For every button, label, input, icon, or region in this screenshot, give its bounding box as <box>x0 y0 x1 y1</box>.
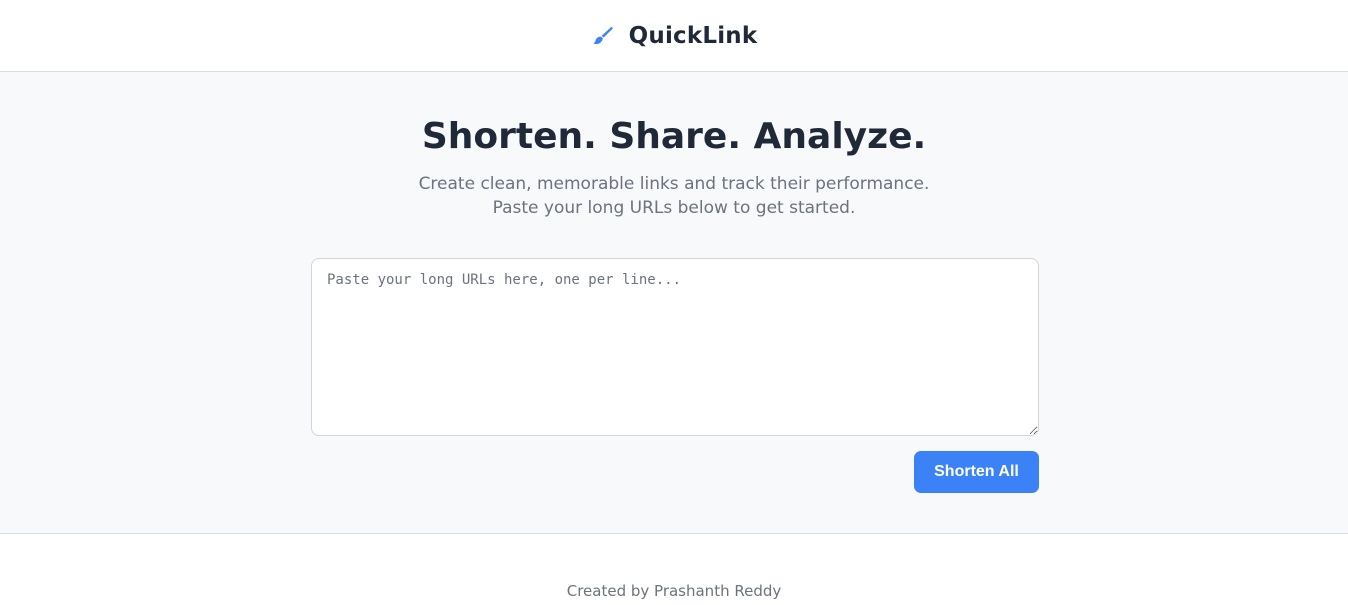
pen-brush-icon <box>591 24 615 48</box>
main-section: Shorten. Share. Analyze. Create clean, m… <box>0 72 1348 534</box>
footer-credit: Created by Prashanth Reddy <box>566 582 782 600</box>
brand-name: QuickLink <box>628 22 758 49</box>
shorten-all-button[interactable]: Shorten All <box>914 451 1039 493</box>
hero-subtitle: Create clean, memorable links and track … <box>0 172 1348 220</box>
hero-subtitle-line-1: Create clean, memorable links and track … <box>418 174 930 194</box>
url-input[interactable] <box>311 258 1039 436</box>
site-header: QuickLink <box>0 0 1348 72</box>
brand[interactable]: QuickLink <box>591 23 758 49</box>
hero-title: Shorten. Share. Analyze. <box>421 116 927 157</box>
site-footer: Created by Prashanth Reddy <box>0 534 1348 605</box>
hero-subtitle-line-2: Paste your long URLs below to get starte… <box>492 198 856 218</box>
